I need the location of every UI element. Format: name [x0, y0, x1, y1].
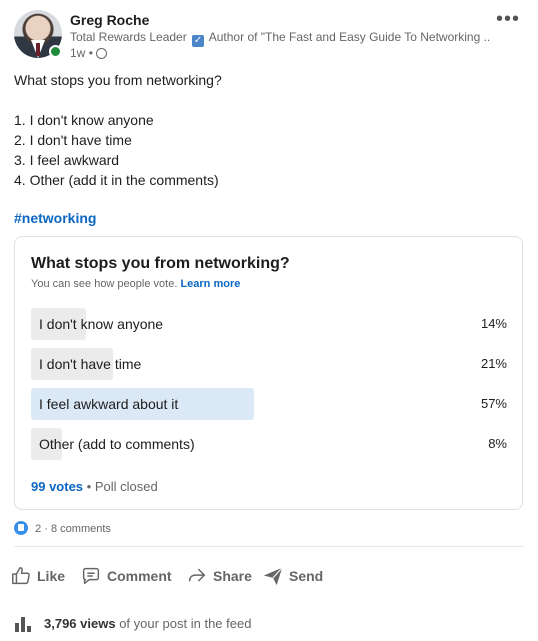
post-line — [14, 90, 524, 110]
like-button[interactable]: Like — [10, 562, 65, 590]
post-line: What stops you from networking? — [14, 72, 222, 88]
meta-separator: • — [88, 46, 93, 60]
headline-part-2: Author of "The Fast and Easy Guide To Ne… — [208, 30, 490, 44]
poll-option-percent: 8% — [488, 436, 507, 451]
views-text: 3,796 views of your post in the feed — [44, 616, 251, 631]
post-meta: 1w • — [70, 46, 108, 60]
poll-note-text: You can see how people vote. — [31, 278, 178, 290]
poll-option: I don't know anyone 14% — [31, 308, 507, 340]
poll-option-label: I feel awkward about it — [39, 396, 179, 412]
hashtag-link[interactable]: #networking — [14, 210, 96, 226]
send-button[interactable]: Send — [262, 562, 323, 590]
divider — [14, 546, 524, 547]
like-reaction-icon — [14, 521, 28, 535]
share-arrow-icon — [188, 568, 206, 582]
post-line: 2. I don't have time — [14, 132, 132, 148]
share-label: Share — [213, 568, 252, 584]
votes-link[interactable]: 99 votes — [31, 479, 83, 494]
post-line: 4. Other (add it in the comments) — [14, 172, 219, 188]
action-bar: Like Comment Share Send — [10, 562, 520, 590]
views-suffix: of your post in the feed — [119, 615, 252, 631]
poll-footer: 99 votes • Poll closed — [31, 479, 158, 494]
online-status-indicator — [49, 45, 62, 58]
learn-more-link[interactable]: Learn more — [180, 278, 240, 290]
post-line: 3. I feel awkward — [14, 152, 120, 168]
send-icon — [263, 567, 283, 586]
poll-option: I don't have time 21% — [31, 348, 507, 380]
poll-option-label: I don't have time — [39, 356, 142, 372]
avatar-tie — [36, 43, 40, 56]
comment-count[interactable]: 8 comments — [51, 523, 111, 535]
share-button[interactable]: Share — [186, 562, 252, 590]
headline-part-1: Total Rewards Leader — [70, 30, 187, 44]
post-analytics[interactable]: 3,796 views of your post in the feed — [14, 614, 251, 632]
comment-icon — [82, 567, 100, 585]
globe-icon — [96, 48, 108, 59]
send-label: Send — [289, 568, 324, 584]
poll-question: What stops you from networking? — [31, 255, 290, 272]
views-count: 3,796 views — [44, 615, 116, 631]
reaction-count[interactable]: 2 — [35, 523, 41, 535]
poll-option: Other (add to comments) 8% — [31, 428, 507, 460]
poll-option-label: Other (add to comments) — [39, 436, 195, 452]
poll-option: I feel awkward about it 57% — [31, 388, 507, 420]
poll-note: You can see how people vote. Learn more — [31, 278, 240, 290]
comment-button[interactable]: Comment — [80, 562, 172, 590]
thumbs-up-icon — [12, 567, 30, 585]
post-header: Greg Roche Total Rewards Leader ✓ Author… — [14, 8, 524, 62]
social-separator: · — [44, 523, 48, 535]
checkbox-icon: ✓ — [192, 35, 205, 47]
author-name[interactable]: Greg Roche — [70, 12, 149, 28]
post-text: What stops you from networking? 1. I don… — [14, 70, 524, 190]
poll-status: • Poll closed — [86, 479, 158, 494]
poll-option-percent: 57% — [480, 396, 507, 411]
poll-option-percent: 21% — [480, 356, 507, 371]
more-options-button[interactable]: ••• — [496, 8, 520, 31]
like-label: Like — [37, 568, 66, 584]
analytics-bars-icon — [15, 617, 31, 632]
poll-card: What stops you from networking? You can … — [14, 236, 523, 510]
comment-label: Comment — [107, 568, 172, 584]
social-counts[interactable]: 2 · 8 comments — [14, 521, 111, 535]
post-line: 1. I don't know anyone — [14, 112, 154, 128]
post-time: 1w — [70, 46, 86, 60]
poll-option-label: I don't know anyone — [39, 316, 164, 332]
poll-option-percent: 14% — [480, 316, 507, 331]
author-headline: Total Rewards Leader ✓ Author of "The Fa… — [70, 30, 490, 47]
